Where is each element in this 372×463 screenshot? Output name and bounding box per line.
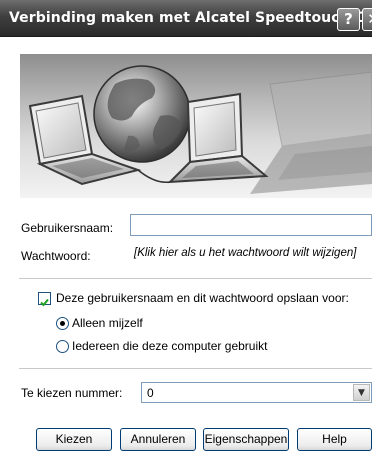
help-title-button[interactable]: ? bbox=[337, 8, 360, 31]
radio-only-me[interactable] bbox=[56, 317, 69, 330]
dial-button[interactable]: Kiezen bbox=[36, 428, 112, 451]
save-credentials-checkbox[interactable] bbox=[38, 292, 51, 307]
radio-everyone-label: Iedereen die deze computer gebruikt bbox=[72, 339, 268, 353]
window-title: Verbinding maken met Alcatel Speedtouch … bbox=[9, 10, 372, 26]
username-label: Gebruikersnaam: bbox=[21, 221, 114, 235]
connection-banner bbox=[20, 54, 372, 198]
dialog-window: Verbinding maken met Alcatel Speedtouch … bbox=[0, 0, 372, 463]
cancel-button[interactable]: Annuleren bbox=[120, 428, 196, 451]
dial-number-label: Te kiezen nummer: bbox=[21, 386, 123, 400]
password-field[interactable]: [Klik hier als u het wachtwoord wilt wij… bbox=[130, 243, 372, 265]
password-label: Wachtwoord: bbox=[21, 249, 91, 263]
section-divider-top bbox=[19, 278, 372, 279]
help-button[interactable]: Help bbox=[297, 428, 372, 451]
username-input[interactable] bbox=[130, 214, 372, 236]
close-button[interactable]: ✕ bbox=[362, 8, 372, 31]
radio-everyone[interactable] bbox=[56, 340, 69, 353]
title-bar[interactable]: Verbinding maken met Alcatel Speedtouch … bbox=[0, 0, 372, 37]
radio-selected-dot bbox=[60, 321, 65, 326]
save-credentials-label: Deze gebruikersnaam en dit wachtwoord op… bbox=[56, 291, 349, 305]
dial-number-select[interactable]: 0 ▼ bbox=[141, 382, 372, 403]
dial-number-value: 0 bbox=[147, 386, 154, 400]
network-connection-illustration bbox=[28, 65, 372, 194]
section-divider-bottom bbox=[19, 368, 372, 369]
properties-button[interactable]: Eigenschappen bbox=[203, 428, 289, 451]
radio-only-me-label: Alleen mijzelf bbox=[72, 316, 143, 330]
checkmark-icon bbox=[40, 298, 49, 307]
password-hint-link[interactable]: [Klik hier als u het wachtwoord wilt wij… bbox=[134, 247, 356, 259]
chevron-down-icon[interactable]: ▼ bbox=[353, 384, 370, 401]
